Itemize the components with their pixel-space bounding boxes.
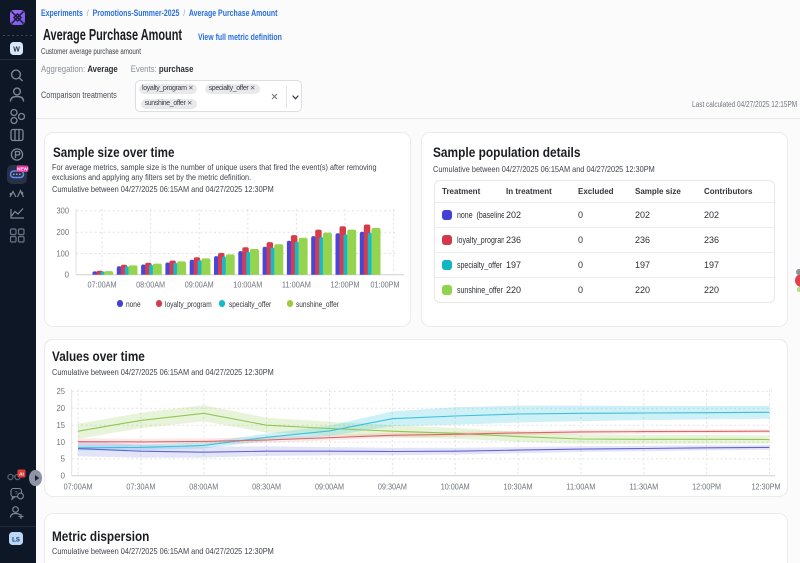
svg-text:200: 200	[57, 228, 70, 237]
svg-text:09:00AM: 09:00AM	[185, 281, 214, 290]
svg-text:20: 20	[57, 404, 66, 413]
svg-text:11:00AM: 11:00AM	[282, 281, 311, 290]
svg-text:10:30AM: 10:30AM	[504, 483, 533, 492]
svg-text:08:00AM: 08:00AM	[136, 281, 165, 290]
svg-text:25: 25	[57, 387, 66, 396]
svg-text:09:30AM: 09:30AM	[378, 483, 407, 492]
svg-text:09:00AM: 09:00AM	[315, 483, 344, 492]
svg-text:07:30AM: 07:30AM	[126, 483, 155, 492]
svg-text:5: 5	[61, 455, 66, 464]
svg-text:12:30PM: 12:30PM	[752, 483, 781, 492]
svg-text:12:00PM: 12:00PM	[692, 483, 721, 492]
svg-text:08:30AM: 08:30AM	[252, 483, 281, 492]
svg-text:AI: AI	[19, 472, 24, 478]
svg-text:15: 15	[57, 421, 66, 430]
svg-text:12:00PM: 12:00PM	[331, 281, 360, 290]
svg-text:10:00AM: 10:00AM	[441, 483, 470, 492]
svg-text:0: 0	[65, 271, 70, 280]
svg-text:11:00AM: 11:00AM	[566, 483, 595, 492]
svg-text:07:00AM: 07:00AM	[88, 281, 117, 290]
svg-text:300: 300	[57, 207, 70, 216]
svg-text:100: 100	[57, 249, 70, 258]
svg-text:?: ?	[14, 491, 17, 497]
svg-text:NEW: NEW	[17, 167, 28, 172]
svg-text:08:00AM: 08:00AM	[189, 483, 218, 492]
svg-text:10:00AM: 10:00AM	[233, 281, 262, 290]
svg-text:0: 0	[61, 472, 66, 481]
svg-text:11:30AM: 11:30AM	[629, 483, 658, 492]
svg-text:01:00PM: 01:00PM	[371, 281, 400, 290]
svg-text:LS: LS	[12, 538, 20, 544]
svg-text:07:00AM: 07:00AM	[64, 483, 93, 492]
svg-text:W: W	[13, 47, 20, 54]
svg-text:10: 10	[57, 438, 66, 447]
